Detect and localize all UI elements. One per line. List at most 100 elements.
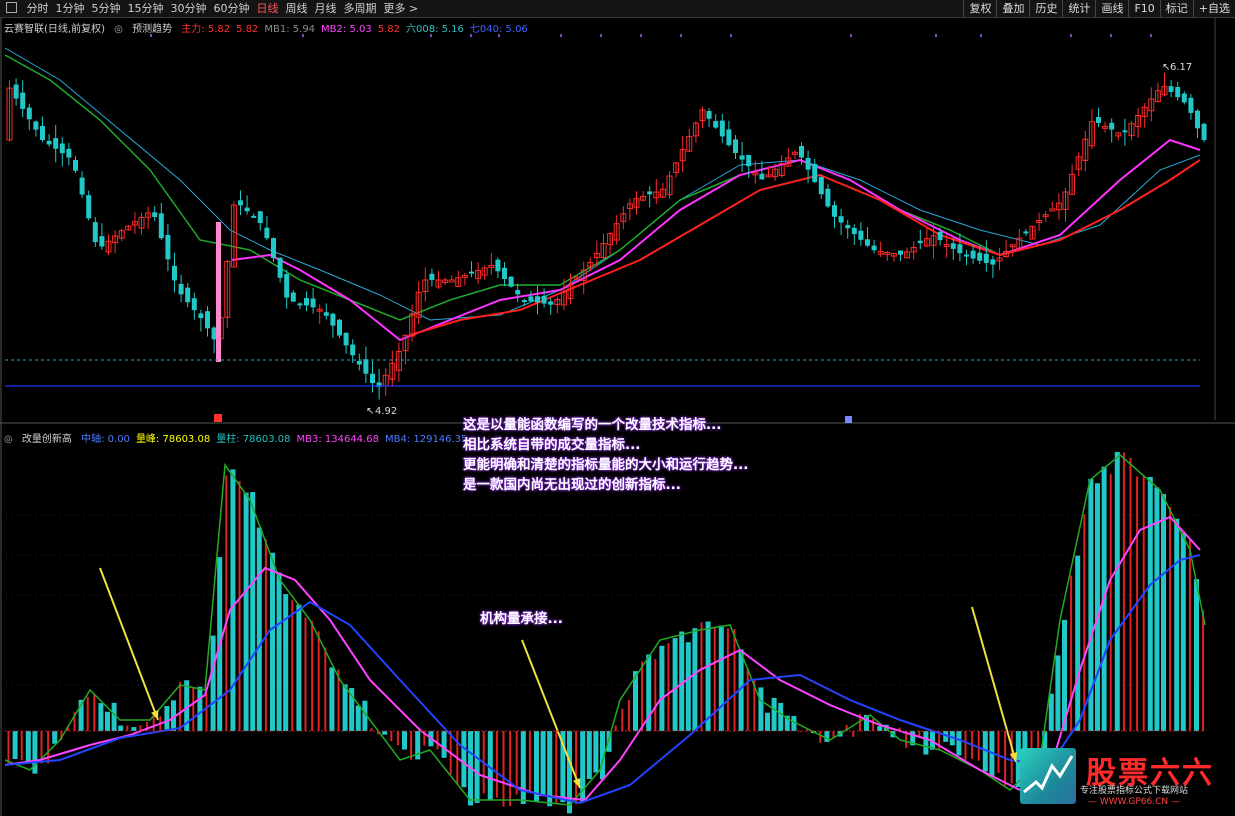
volume-bar xyxy=(205,693,208,731)
volume-bar xyxy=(509,731,512,807)
institutional-annotation: 机构量承接... xyxy=(480,611,563,627)
price-chart-canvas[interactable]: 6.17 4.92 ↖ ↖ xyxy=(0,0,1235,816)
candle-body xyxy=(1109,122,1115,130)
candle-body xyxy=(805,157,811,170)
candle-body xyxy=(310,298,316,308)
top-tick xyxy=(640,34,642,37)
candle-body xyxy=(818,176,824,195)
volume-bar xyxy=(382,731,388,735)
candle-body xyxy=(950,243,956,249)
candle-body xyxy=(515,290,521,295)
volume-bar xyxy=(1161,494,1166,731)
volume-bar xyxy=(877,726,883,731)
candle-body xyxy=(165,234,171,260)
volume-bar xyxy=(25,731,31,763)
volume-bar xyxy=(93,693,96,731)
volume-bar xyxy=(441,731,447,758)
volume-bar xyxy=(291,600,294,731)
volume-bar xyxy=(1055,655,1061,731)
candle-body xyxy=(33,121,39,130)
top-tick xyxy=(1070,34,1072,37)
top-tick xyxy=(600,34,602,37)
volume-bar xyxy=(1142,476,1145,731)
volume-bar xyxy=(283,594,289,731)
candle-body xyxy=(759,173,765,180)
candle-body xyxy=(964,254,969,257)
watermark-slogan: 专注股票指标公式下载网站 xyxy=(1080,786,1189,796)
volume-bar xyxy=(296,604,302,731)
annotation-line: 更能明确和清楚的指标量能的大小和运行趋势... xyxy=(463,457,749,473)
volume-bar xyxy=(98,703,104,731)
candle-body xyxy=(350,344,356,356)
volume-bar xyxy=(12,731,18,759)
volume-bar xyxy=(520,731,526,805)
volume-bar xyxy=(586,731,592,779)
candle-body xyxy=(290,292,296,302)
event-marker-icon[interactable] xyxy=(845,416,852,423)
candle-body xyxy=(363,359,369,374)
candle-body xyxy=(79,177,85,195)
candle-body xyxy=(257,211,263,224)
candle-body xyxy=(330,313,336,326)
candle-body xyxy=(92,222,98,243)
candle-body xyxy=(706,110,712,119)
candle-body xyxy=(238,200,243,206)
volume-bar xyxy=(654,659,657,731)
low-arrow-icon: ↖ xyxy=(366,406,374,417)
candle-body xyxy=(304,298,309,306)
volume-bar xyxy=(627,699,630,731)
volume-bar xyxy=(705,621,711,731)
candle-body xyxy=(871,245,877,251)
candle-body xyxy=(251,215,257,218)
candle-body xyxy=(264,227,270,239)
top-tick xyxy=(560,34,562,37)
candle-body xyxy=(739,155,745,160)
candle-body xyxy=(205,311,210,329)
volume-bar xyxy=(758,687,764,731)
candle-body xyxy=(26,107,32,120)
candle-body xyxy=(198,313,204,319)
volume-bar xyxy=(872,718,875,731)
event-marker-icon[interactable] xyxy=(214,414,222,422)
volume-bar xyxy=(621,708,624,731)
candle-body xyxy=(838,216,844,223)
candle-body xyxy=(983,253,989,263)
annotation-arrow xyxy=(99,567,159,721)
volume-bar xyxy=(555,731,558,804)
volume-bar xyxy=(771,697,777,731)
volume-bar xyxy=(534,731,539,802)
candle-body xyxy=(13,84,19,99)
candle-body xyxy=(508,276,514,287)
candle-body xyxy=(1122,130,1128,133)
candle-body xyxy=(541,295,547,304)
volume-bar xyxy=(402,731,407,750)
watermark-url: — WWW.GP66.CN — xyxy=(1088,797,1180,807)
volume-bar xyxy=(641,661,644,731)
volume-bar xyxy=(1194,579,1199,731)
candle-body xyxy=(970,250,976,259)
volume-bar xyxy=(131,727,137,731)
volume-bar xyxy=(342,684,348,731)
top-tick xyxy=(430,34,432,37)
volume-bar xyxy=(997,731,1000,773)
candle-body xyxy=(99,236,105,247)
volume-bar xyxy=(1095,483,1100,731)
candle-body xyxy=(713,121,719,128)
candle-body xyxy=(172,265,177,281)
candle-body xyxy=(1096,117,1101,123)
volume-bar xyxy=(824,731,830,742)
volume-bar xyxy=(304,617,307,731)
candle-body xyxy=(59,143,65,154)
candle-body xyxy=(726,129,732,146)
volume-bar xyxy=(238,481,241,731)
top-tick xyxy=(302,34,304,37)
volume-bar xyxy=(528,731,531,793)
volume-bar xyxy=(436,731,439,750)
high-arrow-icon: ↖ xyxy=(1162,62,1170,73)
volume-bar xyxy=(20,731,23,761)
volume-bar xyxy=(659,645,665,731)
volume-bar xyxy=(179,681,182,731)
volume-bar xyxy=(733,629,736,731)
volume-bar xyxy=(270,552,275,731)
candle-body xyxy=(46,140,52,145)
